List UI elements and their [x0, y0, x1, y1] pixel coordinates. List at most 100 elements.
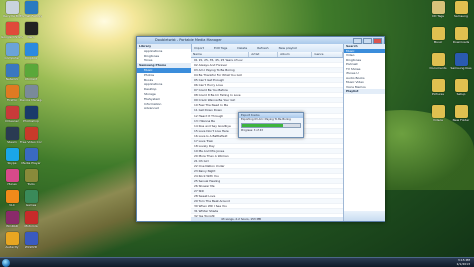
- app-icon: [5, 43, 19, 56]
- app-icon: [24, 85, 38, 98]
- app-icon: [24, 43, 38, 56]
- desktop-icon[interactable]: WinDVD: [20, 232, 42, 249]
- app-icon: [5, 1, 19, 14]
- desktop-icon[interactable]: CD Tags: [427, 1, 449, 18]
- desktop-icon[interactable]: Music: [427, 27, 449, 44]
- device-sidebar: Search Music Video Ringtones Podcast TV Shows…: [343, 44, 385, 221]
- desktop-icon[interactable]: Documents: [427, 53, 449, 70]
- desktop-icon-label: Device Manager: [20, 98, 42, 102]
- desktop-icon[interactable]: Motorola: [20, 211, 42, 228]
- app-icon: [5, 64, 19, 77]
- app-icon: [24, 211, 38, 224]
- app-icon: [454, 1, 468, 14]
- column-header[interactable]: Genre: [312, 52, 343, 57]
- app-icon: [5, 127, 19, 140]
- window-titlebar[interactable]: Doubletwist - Portable Media Manager: [137, 37, 384, 44]
- app-icon: [454, 53, 468, 66]
- app-icon: [5, 190, 19, 203]
- player-controls[interactable]: [344, 211, 385, 221]
- app-icon: [5, 232, 19, 245]
- sidebar-item[interactable]: Playlist: [344, 89, 385, 94]
- clock-date: 1/1/2013: [456, 261, 470, 266]
- app-icon: [431, 53, 445, 66]
- desktop-icon-label: Downloads: [452, 40, 470, 44]
- desktop-icon-label: CD Tags: [432, 14, 444, 18]
- app-icon: [24, 190, 38, 203]
- dialog-status: Exporting 03 Am I Paying To Be Boring: [241, 118, 291, 121]
- desktop-icon-label: Utorrent: [24, 77, 38, 81]
- app-icon: [5, 106, 19, 119]
- export-dialog: Export tracks Exporting 03 Am I Paying T…: [238, 112, 304, 138]
- app-icon: [24, 1, 38, 14]
- desktop-icon[interactable]: Photoshop: [20, 106, 42, 123]
- app-icon: [24, 22, 38, 35]
- dialog-progress-text: Progress: 3 of 43: [241, 128, 263, 132]
- desktop-icon-label: Games: [25, 203, 37, 207]
- desktop-icon-label: Tools: [27, 182, 35, 186]
- export-progress-bar: [241, 122, 301, 128]
- desktop-icon-label: Motorola: [24, 224, 38, 228]
- tree-item[interactable]: Advanced: [137, 106, 191, 111]
- desktop-icon[interactable]: Nero: [20, 22, 42, 39]
- toolbar-button[interactable]: New playlist: [276, 46, 300, 50]
- desktop-icon[interactable]: Samsung: [450, 1, 472, 18]
- desktop-icon[interactable]: New Folder: [450, 105, 472, 122]
- app-icon: [5, 148, 19, 161]
- app-icon: [431, 105, 445, 118]
- app-icon: [431, 79, 445, 92]
- desktop-icon-label: Nero: [27, 35, 35, 39]
- app-icon: [431, 1, 445, 14]
- app-icon: [5, 169, 19, 182]
- desktop-icon-label: Photoshop: [23, 119, 39, 123]
- desktop-icon-label: Dropbox: [24, 56, 38, 60]
- library-tree: Library Applications Ringtones Tones Samsung…: [137, 44, 192, 221]
- toolbar-button[interactable]: Edit Tags: [211, 46, 230, 50]
- desktop-icon[interactable]: Samsung Kies: [450, 53, 472, 70]
- app-icon: [24, 106, 38, 119]
- desktop-icon[interactable]: Videos: [427, 105, 449, 122]
- desktop-icon-label: Setup: [456, 92, 466, 96]
- app-icon: [454, 105, 468, 118]
- desktop-icon-label: WinDVD: [24, 245, 38, 249]
- column-header[interactable]: Artist: [249, 52, 279, 57]
- desktop-icon[interactable]: Downloads: [450, 27, 472, 44]
- app-icon: [5, 22, 19, 35]
- desktop-icon[interactable]: Dropbox: [20, 43, 42, 60]
- desktop-icon-label: Videos: [433, 118, 443, 122]
- desktop-icon-label: Format Factory: [20, 14, 42, 18]
- desktop-icon-label: Samsung Kies: [450, 66, 472, 70]
- app-icon: [24, 64, 38, 77]
- app-icon: [454, 79, 468, 92]
- column-header[interactable]: Album: [278, 52, 313, 57]
- desktop-icon-label: Free Video Converter: [20, 140, 42, 144]
- app-icon: [454, 27, 468, 40]
- tray-clock[interactable]: 3:15 PM 1/1/2013: [456, 258, 470, 266]
- desktop-icon[interactable]: Utorrent: [20, 64, 42, 81]
- column-header[interactable]: Name: [191, 52, 250, 57]
- export-progress-fill: [242, 123, 283, 127]
- desktop-icon[interactable]: Tools: [20, 169, 42, 186]
- start-button[interactable]: [2, 258, 10, 267]
- desktop-icon[interactable]: Setup: [450, 79, 472, 96]
- status-bar: 43 songs, 2.2 hours, 153 MB: [191, 217, 343, 221]
- toolbar-button[interactable]: Import: [191, 46, 207, 50]
- app-icon: [5, 85, 19, 98]
- desktop-icon[interactable]: Media Player: [20, 148, 42, 165]
- desktop-icon-label: Music: [433, 40, 443, 44]
- app-icon: [24, 169, 38, 182]
- app-icon: [24, 127, 38, 140]
- desktop-icon[interactable]: Format Factory: [20, 1, 42, 18]
- window-title: Doubletwist - Portable Media Manager: [155, 38, 222, 42]
- desktop-icon-label: Media Player: [21, 161, 41, 165]
- app-icon: [431, 27, 445, 40]
- desktop-icon[interactable]: Pictures: [427, 79, 449, 96]
- app-icon: [24, 148, 38, 161]
- toolbar-button[interactable]: Delete: [234, 46, 250, 50]
- desktop-icon[interactable]: Free Video Converter: [20, 127, 42, 144]
- desktop-icon-label: New Folder: [452, 118, 470, 122]
- toolbar-button[interactable]: Refresh: [254, 46, 271, 50]
- desktop-icon-label: Samsung: [454, 14, 468, 18]
- desktop-icon[interactable]: Device Manager: [20, 85, 42, 102]
- app-icon: [5, 211, 19, 224]
- desktop-icon[interactable]: Games: [20, 190, 42, 207]
